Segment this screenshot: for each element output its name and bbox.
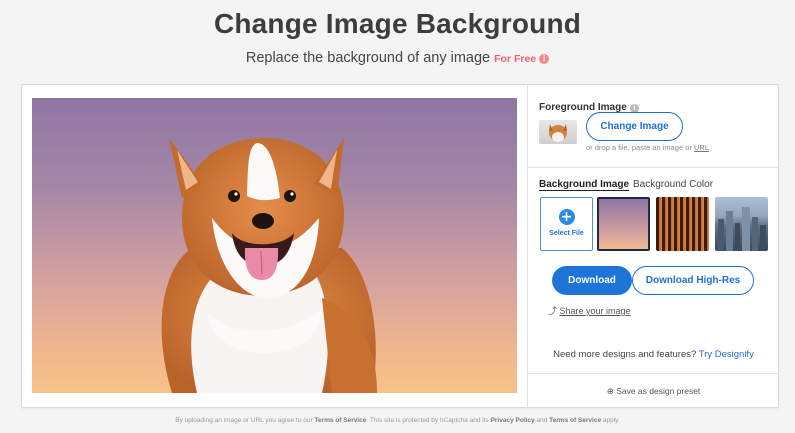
- page-title: Change Image Background: [213, 8, 582, 39]
- footer-text: . This site is protected by hCaptcha and…: [366, 417, 489, 424]
- drop-hint: or drop a file, paste an image or URL: [586, 143, 709, 152]
- footer-text: and: [536, 417, 548, 424]
- foreground-thumbnail: [539, 120, 577, 144]
- privacy-policy-link[interactable]: Privacy Policy: [491, 417, 535, 424]
- tos-link[interactable]: Terms of Service: [549, 417, 601, 424]
- download-high-res-button[interactable]: Download High-Res: [632, 266, 754, 295]
- image-preview: [32, 98, 517, 393]
- more-prefix: Need more designs and features?: [553, 349, 697, 360]
- more-designs-text: Need more designs and features? Try Desi…: [528, 349, 779, 360]
- tab-background-color[interactable]: Background Color: [633, 179, 713, 190]
- select-file-tile[interactable]: + Select File: [540, 197, 593, 251]
- city-skyline-icon: [718, 207, 766, 251]
- settings-panel: Foreground Image i Change Image or drop a…: [527, 85, 779, 407]
- info-icon[interactable]: i: [539, 54, 550, 64]
- subtitle-text: Replace the background of any image: [245, 50, 491, 66]
- footer-text: By uploading an image or URL you agree t…: [175, 417, 313, 424]
- share-link[interactable]: ⤴ Share your image: [548, 304, 631, 317]
- tab-background-image[interactable]: Background Image: [539, 179, 629, 190]
- section-divider: [528, 167, 779, 168]
- try-designify-link[interactable]: Try Designify: [699, 349, 754, 360]
- footer-text: apply.: [602, 417, 620, 424]
- editor-card: Foreground Image i Change Image or drop a…: [21, 84, 779, 408]
- background-option-stripes[interactable]: [656, 197, 709, 251]
- drop-hint-text: or drop a file, paste an image or: [586, 143, 692, 152]
- foreground-dog-icon: [549, 124, 567, 142]
- change-image-button[interactable]: Change Image: [586, 112, 683, 141]
- save-preset-label: Save as design preset: [616, 386, 701, 396]
- share-icon: ⤴: [548, 307, 558, 317]
- save-preset-button[interactable]: ⊕ Save as design preset: [528, 386, 779, 397]
- download-button[interactable]: Download: [552, 266, 632, 295]
- plus-icon: +: [558, 209, 575, 225]
- plus-circle-icon: ⊕: [606, 387, 614, 397]
- section-divider: [528, 373, 779, 374]
- tos-link[interactable]: Terms of Service: [314, 417, 366, 424]
- background-option-gradient[interactable]: [597, 197, 650, 251]
- page-subtitle: Replace the background of any image For F…: [0, 50, 795, 66]
- share-label: Share your image: [559, 306, 631, 316]
- select-file-label: Select File: [549, 230, 584, 237]
- for-free-badge: For Free: [494, 53, 537, 65]
- background-option-city[interactable]: [715, 197, 768, 251]
- url-link[interactable]: URL: [694, 143, 709, 152]
- corgi-image: [161, 138, 377, 393]
- footer-legal: By uploading an image or URL you agree t…: [0, 417, 795, 424]
